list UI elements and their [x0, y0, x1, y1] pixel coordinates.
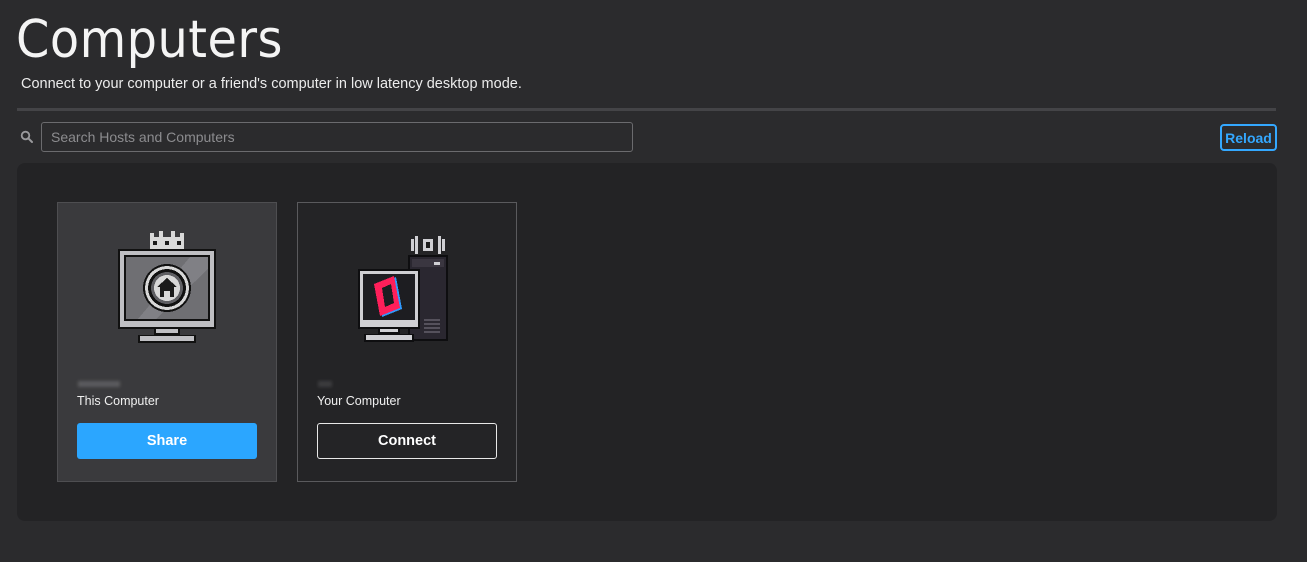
computer-card-yours[interactable]: Your Computer Connect: [297, 202, 517, 482]
computer-label: This Computer: [77, 394, 159, 408]
computer-name-redacted: [78, 381, 120, 387]
page-title: Computers: [16, 10, 283, 70]
connect-button[interactable]: Connect: [317, 423, 497, 459]
share-button[interactable]: Share: [77, 423, 257, 459]
computer-name-redacted: [318, 381, 332, 387]
search-input[interactable]: [41, 122, 633, 152]
header-divider: [17, 108, 1276, 111]
computer-label: Your Computer: [317, 394, 401, 408]
computer-card-this[interactable]: This Computer Share: [57, 202, 277, 482]
search-icon: [20, 130, 33, 143]
page-subtitle: Connect to your computer or a friend's c…: [21, 76, 522, 92]
reload-button[interactable]: Reload: [1220, 124, 1277, 151]
pc-tower-icon: [358, 236, 448, 342]
home-monitor-icon: [118, 231, 216, 343]
